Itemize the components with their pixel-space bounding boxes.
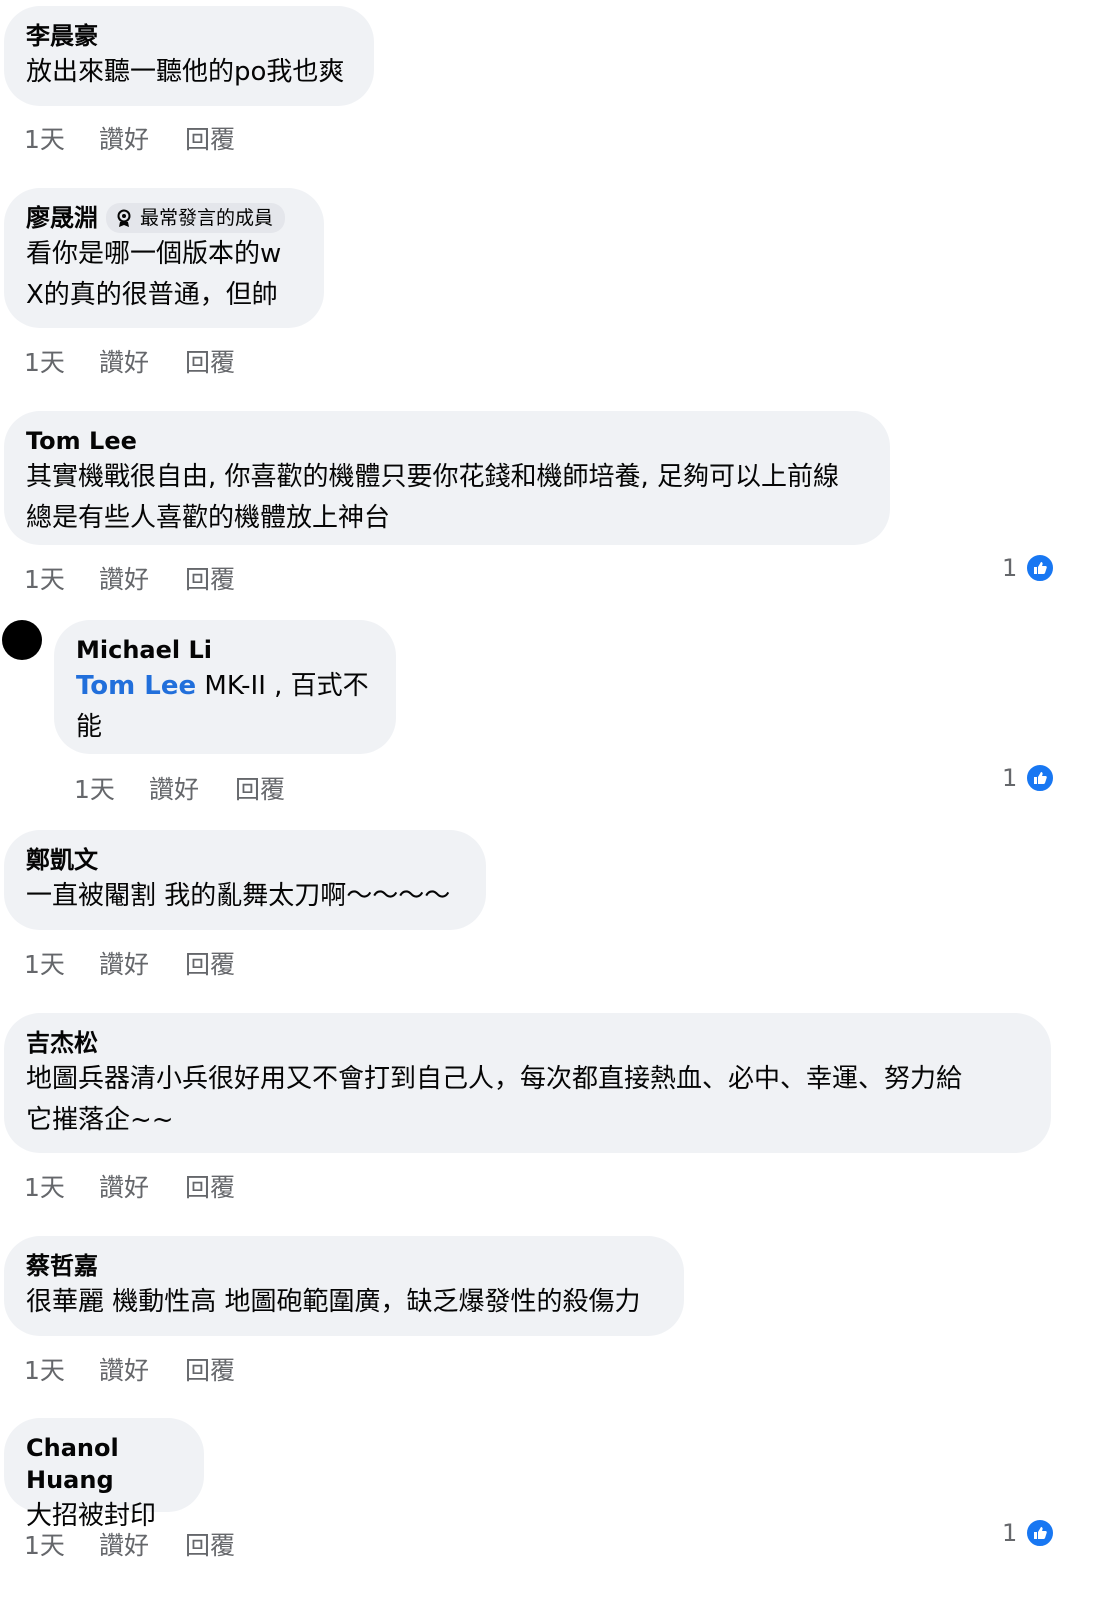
comment-bubble: 廖晟淵 最常發言的成員 看你是哪一個版本的w X的真的很普通，但帥 <box>4 188 324 328</box>
comment-author[interactable]: Michael Li <box>76 634 374 666</box>
comment-bubble: Chanol Huang 大招被封印 <box>4 1418 204 1531</box>
comment-actions: 1天 讚好 回覆 <box>24 560 235 596</box>
comment-bubble: Michael Li Tom Lee MK-II , 百式不 能 <box>54 620 396 754</box>
comment-actions: 1天 讚好 回覆 <box>24 1526 235 1562</box>
comment-bubble: Tom Lee 其實機戰很自由, 你喜歡的機體只要你花錢和機師培養, 足夠可以上… <box>4 411 890 545</box>
comment-author[interactable]: 鄭凱文 <box>26 844 464 876</box>
reaction-count[interactable]: 1 <box>1002 763 1056 793</box>
reply-button[interactable]: 回覆 <box>185 945 235 981</box>
comment-bubble: 吉杰松 地圖兵器清小兵很好用又不會打到自己人，每次都直接熱血、必中、幸運、努力給… <box>4 1013 1051 1153</box>
comment-actions: 1天 讚好 回覆 <box>24 945 235 981</box>
comment-time[interactable]: 1天 <box>24 1351 99 1387</box>
like-reaction-icon <box>1025 763 1056 793</box>
badge-label: 最常發言的成員 <box>140 207 274 229</box>
avatar[interactable] <box>2 620 42 660</box>
reaction-count[interactable]: 1 <box>1002 553 1056 583</box>
comment-actions: 1天 讚好 回覆 <box>24 1168 235 1204</box>
like-button[interactable]: 讚好 <box>99 343 185 379</box>
comment-text: 很華麗 機動性高 地圖砲範圍廣，缺乏爆發性的殺傷力 <box>26 1287 641 1317</box>
like-button[interactable]: 讚好 <box>99 560 185 596</box>
comment-bubble: 鄭凱文 一直被閹割 我的亂舞太刀啊～～～～ <box>4 830 486 930</box>
comment-bubble: 李晨豪 放出來聽一聽他的po我也爽 <box>4 6 374 106</box>
like-reaction-icon <box>1025 1518 1056 1548</box>
comment-actions: 1天 讚好 回覆 <box>24 120 235 156</box>
like-button[interactable]: 讚好 <box>149 770 235 806</box>
member-badge-icon <box>117 209 131 227</box>
comment-author[interactable]: 吉杰松 <box>26 1027 1029 1059</box>
comment-text: 看你是哪一個版本的w X的真的很普通，但帥 <box>26 239 282 310</box>
comment-bubble: 蔡哲嘉 很華麗 機動性高 地圖砲範圍廣，缺乏爆發性的殺傷力 <box>4 1236 684 1336</box>
comment-text: Tom Lee MK-II , 百式不 能 <box>76 666 374 748</box>
comment-time[interactable]: 1天 <box>24 560 99 596</box>
mention-link[interactable]: Tom Lee <box>76 671 196 701</box>
reaction-count[interactable]: 1 <box>1002 1518 1056 1548</box>
like-button[interactable]: 讚好 <box>99 1168 185 1204</box>
comment-actions: 1天 讚好 回覆 <box>24 1351 235 1387</box>
comment-text: 地圖兵器清小兵很好用又不會打到自己人，每次都直接熱血、必中、幸運、努力給 它摧落… <box>26 1064 963 1135</box>
comment-time[interactable]: 1天 <box>74 770 149 806</box>
reaction-number: 1 <box>1002 764 1018 792</box>
comment-time[interactable]: 1天 <box>24 945 99 981</box>
like-button[interactable]: 讚好 <box>99 120 185 156</box>
reply-button[interactable]: 回覆 <box>185 1526 235 1562</box>
like-button[interactable]: 讚好 <box>99 1351 185 1387</box>
comment-time[interactable]: 1天 <box>24 120 99 156</box>
comment-author: 廖晟淵 最常發言的成員 <box>26 202 302 234</box>
author-name[interactable]: 廖晟淵 <box>26 202 98 234</box>
reaction-number: 1 <box>1002 554 1018 582</box>
like-button[interactable]: 讚好 <box>99 945 185 981</box>
like-button[interactable]: 讚好 <box>99 1526 185 1562</box>
comment-time[interactable]: 1天 <box>24 1526 99 1562</box>
comment-author[interactable]: 蔡哲嘉 <box>26 1250 662 1282</box>
comment-author[interactable]: 李晨豪 <box>26 20 352 52</box>
comment-text: 一直被閹割 我的亂舞太刀啊～～～～ <box>26 881 451 911</box>
reply-button[interactable]: 回覆 <box>185 343 235 379</box>
reply-button[interactable]: 回覆 <box>185 1168 235 1204</box>
comment-text: 放出來聽一聽他的po我也爽 <box>26 57 345 87</box>
comment-actions: 1天 讚好 回覆 <box>24 343 235 379</box>
reply-button[interactable]: 回覆 <box>185 560 235 596</box>
comment-author[interactable]: Chanol Huang <box>26 1432 182 1496</box>
reply-button[interactable]: 回覆 <box>185 1351 235 1387</box>
reply-button[interactable]: 回覆 <box>235 770 285 806</box>
top-contributor-badge[interactable]: 最常發言的成員 <box>106 203 286 233</box>
reaction-number: 1 <box>1002 1519 1018 1547</box>
comment-author[interactable]: Tom Lee <box>26 425 868 457</box>
reply-button[interactable]: 回覆 <box>185 120 235 156</box>
like-reaction-icon <box>1025 553 1056 583</box>
comment-actions: 1天 讚好 回覆 <box>74 770 285 806</box>
comment-time[interactable]: 1天 <box>24 1168 99 1204</box>
comment-text: 其實機戰很自由, 你喜歡的機體只要你花錢和機師培養, 足夠可以上前線 總是有些人… <box>26 462 840 533</box>
comment-time[interactable]: 1天 <box>24 343 99 379</box>
